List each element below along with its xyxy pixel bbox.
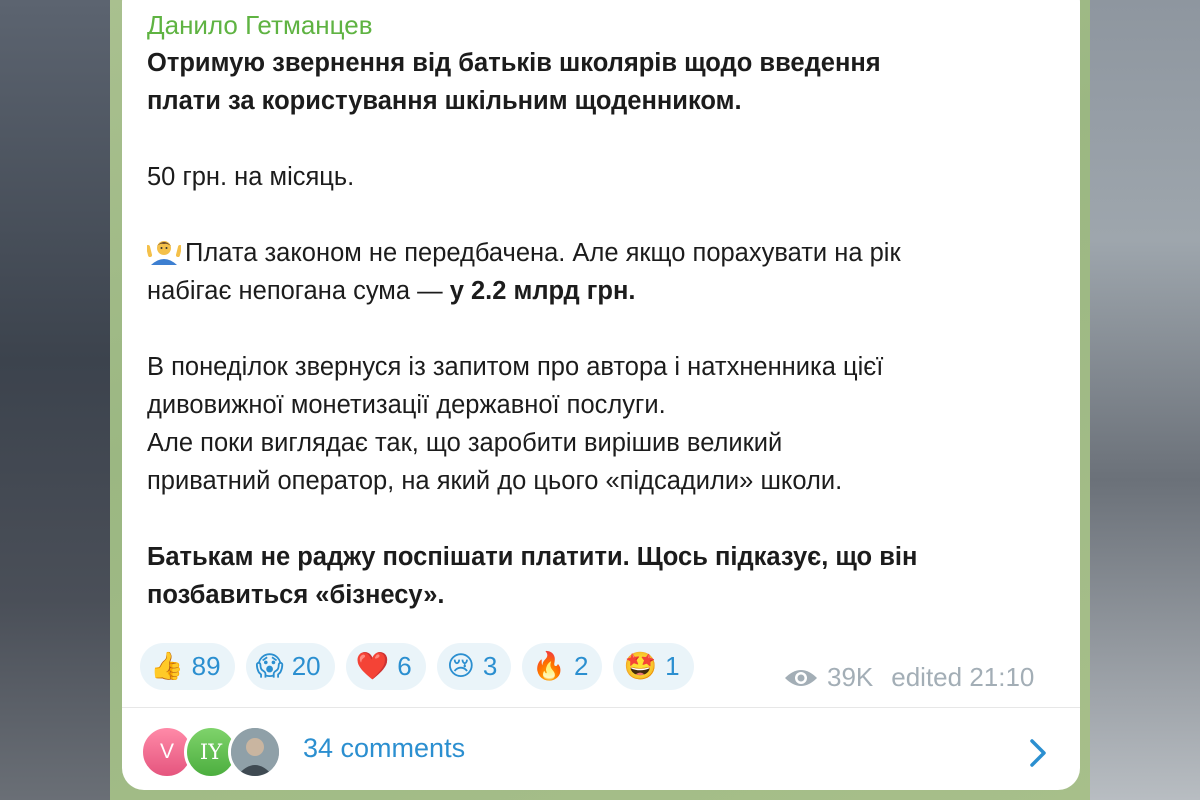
- final-line-1: Батькам не раджу поспішати платити. Щось…: [147, 543, 918, 571]
- heart-icon: ❤️: [355, 651, 390, 681]
- eye-icon: [785, 669, 817, 686]
- reaction-heart[interactable]: ❤️ 6: [345, 643, 426, 690]
- view-count: 39K: [827, 662, 874, 692]
- sum-amount: у 2.2 млрд грн.: [449, 277, 636, 305]
- sum-prefix: набігає непогана сума —: [147, 277, 450, 305]
- final-line-2: позбавиться «бізнесу».: [147, 581, 445, 609]
- background-left: [0, 0, 110, 800]
- fire-icon: 🔥: [532, 651, 566, 681]
- reaction-count: 89: [191, 651, 221, 681]
- message-text: Отримую звернення від батьків школярів щ…: [146, 44, 1057, 614]
- star-struck-icon: 🤩: [623, 651, 658, 681]
- reaction-star-struck[interactable]: 🤩 1: [613, 643, 694, 690]
- paragraph-4-line-2: дивовижної монетизації державної послуги…: [147, 391, 666, 419]
- reaction-thumbs-up[interactable]: 👍 89: [140, 643, 235, 690]
- background-right: [1090, 0, 1200, 800]
- scream-face-icon: 😱: [255, 651, 284, 681]
- reaction-count: 6: [397, 651, 412, 681]
- reaction-crying[interactable]: 😢 3: [436, 643, 512, 690]
- reaction-count: 1: [665, 651, 680, 681]
- commenter-avatars[interactable]: V IY: [140, 725, 290, 780]
- reaction-fire[interactable]: 🔥 2: [522, 643, 603, 690]
- message-meta: 39K edited 21:10: [783, 662, 1034, 693]
- reaction-count: 2: [573, 651, 589, 681]
- edited-time: edited 21:10: [891, 662, 1035, 692]
- price-line: 50 грн. на місяць.: [147, 163, 355, 191]
- reaction-count: 3: [482, 651, 498, 681]
- intro-line-1: Отримую звернення від батьків школярів щ…: [147, 49, 881, 77]
- intro-line-2: плати за користування шкільним щоденнико…: [147, 87, 742, 115]
- chevron-right-icon[interactable]: [1026, 736, 1050, 770]
- paragraph-4-line-1: В понеділок звернуся із запитом про авто…: [147, 353, 884, 381]
- paragraph-4-line-4: приватний оператор, на який до цього «пі…: [147, 467, 843, 495]
- reaction-count: 20: [291, 651, 321, 681]
- comments-link[interactable]: 34 comments: [303, 733, 465, 764]
- avatar: [228, 725, 282, 779]
- divider: [122, 707, 1080, 708]
- author-name[interactable]: Данило Гетманцев: [147, 10, 373, 41]
- reactions-bar: 👍 89 😱 20 ❤️ 6 😢 3 🔥 2 🤩 1: [140, 643, 694, 691]
- thumbs-up-icon: 👍: [150, 651, 184, 681]
- paragraph-4-line-3: Але поки виглядає так, що заробити виріш…: [147, 429, 783, 457]
- law-line: Плата законом не передбачена. Але якщо п…: [185, 239, 901, 267]
- reaction-scream[interactable]: 😱 20: [245, 643, 335, 690]
- crying-face-icon: 😢: [446, 651, 475, 681]
- person-shrugging-icon: [146, 237, 183, 267]
